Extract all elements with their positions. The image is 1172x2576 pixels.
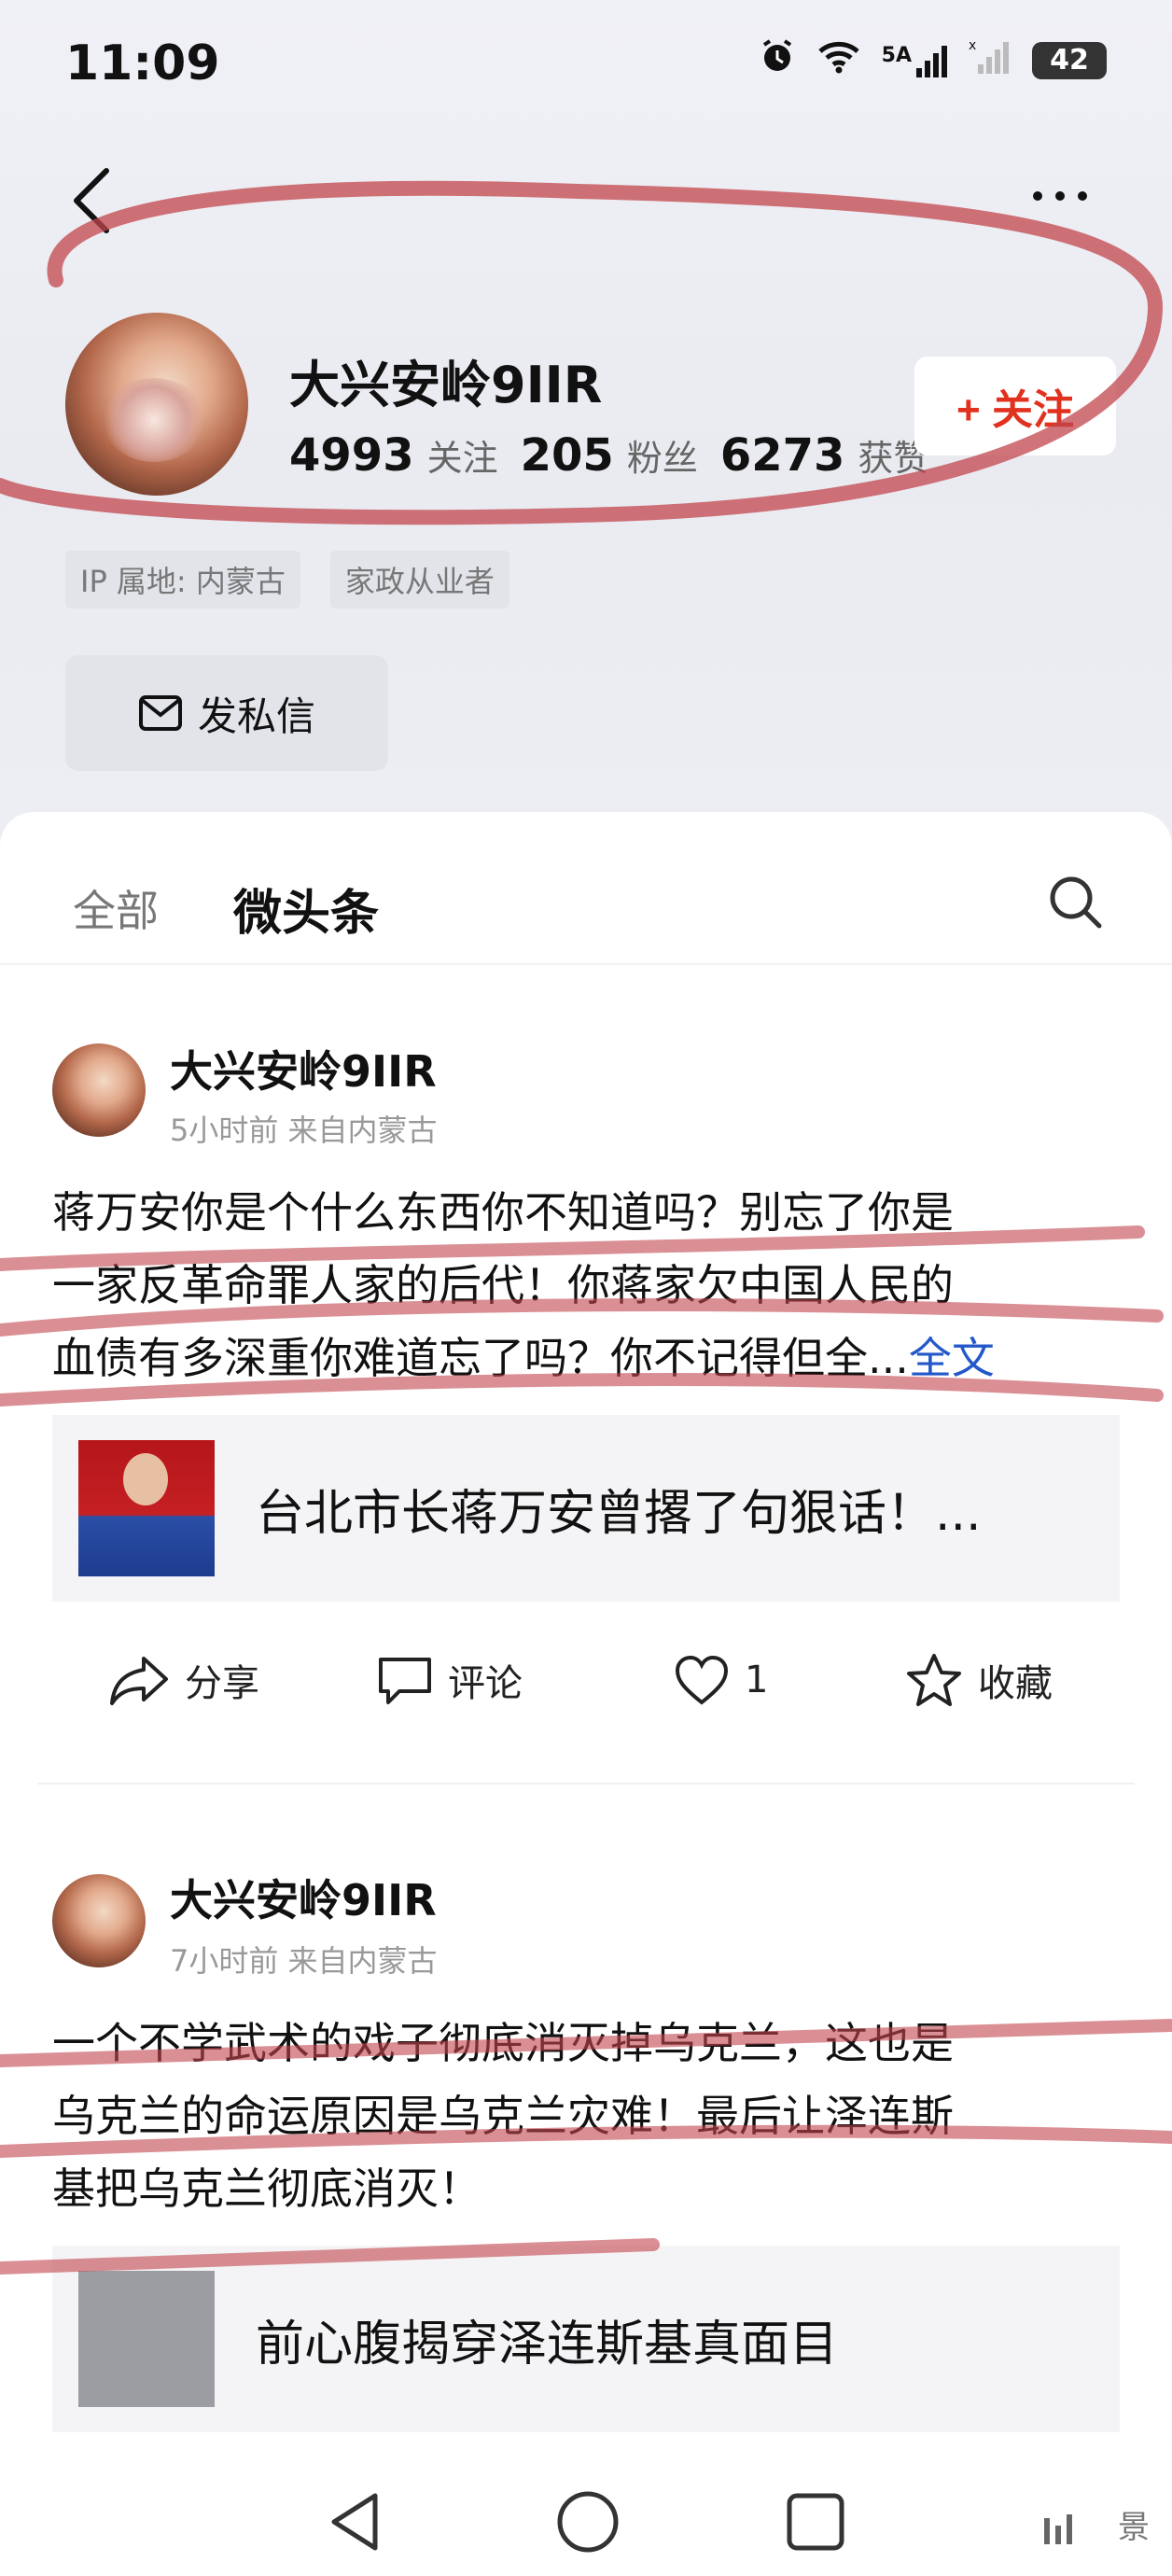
watermark-logo-icon (1044, 2513, 1073, 2544)
ip-location-tag: IP 属地: 内蒙古 (65, 551, 300, 609)
send-message-button[interactable]: 发私信 (65, 655, 388, 771)
comment-icon (379, 1658, 431, 1704)
more-dot-icon (1055, 191, 1065, 201)
network-type-label: 5A (881, 43, 912, 67)
signal-icon: 5A (882, 44, 948, 77)
share-icon (110, 1657, 168, 1705)
watermark-text: 景 (1118, 2509, 1150, 2546)
status-icons: 5A x 42 (759, 37, 1107, 83)
nav-home-button[interactable] (551, 2485, 625, 2559)
occupation-tag: 家政从业者 (329, 551, 509, 609)
post-2-line-1: 一个不学武术的戏子彻底消灭掉乌克兰，这也是 (52, 2018, 954, 2068)
back-button[interactable] (65, 163, 121, 238)
link-card-title: 前心腹揭穿泽连斯基真面目 (256, 2316, 839, 2373)
likes-count: 6273 (719, 429, 845, 482)
tab-divider (0, 963, 1172, 965)
comment-button[interactable]: 评论 (377, 1633, 523, 1727)
circle-home-icon (557, 2491, 619, 2553)
profile-name: 大兴安岭9IIR (289, 356, 603, 414)
comment-label: 评论 (448, 1662, 523, 1705)
heart-icon (675, 1655, 729, 1705)
followers-count[interactable]: 205 (521, 429, 614, 482)
post-1-actions: 分享 评论 1 收藏 (0, 1633, 1172, 1727)
nav-recents-button[interactable] (778, 2485, 853, 2559)
like-count: 1 (745, 1659, 769, 1701)
post-2-link-card[interactable]: 前心腹揭穿泽连斯基真面目 (52, 2246, 1120, 2432)
profile-tags: IP 属地: 内蒙古 家政从业者 (65, 551, 509, 609)
post-2-meta: 7小时前 来自内蒙古 (170, 1943, 438, 1979)
post-1-link-card[interactable]: 台北市长蒋万安曾撂了句狠话！... (52, 1415, 1120, 1602)
post-2-avatar[interactable] (52, 1874, 146, 1967)
more-dot-icon (1078, 191, 1087, 201)
favorite-button[interactable]: 收藏 (905, 1633, 1053, 1727)
star-icon (907, 1654, 961, 1706)
following-count[interactable]: 4993 (289, 429, 414, 482)
favorite-label: 收藏 (978, 1662, 1053, 1705)
post-1-line-2: 一家反革命罪人家的后代！你蒋家欠中国人民的 (52, 1260, 954, 1310)
post-1-line-3-wrap: 血债有多深重你难道忘了吗？你不记得但全...全文 (52, 1322, 1125, 1394)
more-options-button[interactable] (1023, 177, 1097, 215)
following-label[interactable]: 关注 (427, 429, 498, 481)
link-card-title: 台北市长蒋万安曾撂了句狠话！... (256, 1485, 982, 1542)
search-icon (1050, 876, 1102, 929)
post-1-author[interactable]: 大兴安岭9IIR (170, 1038, 437, 1099)
search-button[interactable] (1045, 872, 1105, 931)
post-2-line-3: 基把乌克兰彻底消灭！ (52, 2163, 481, 2214)
chevron-left-icon (74, 168, 109, 233)
svg-text:x: x (969, 38, 976, 53)
watermark: 景 (1042, 2501, 1150, 2548)
status-time: 11:09 (65, 35, 220, 91)
profile-stats: 4993 关注 205 粉丝 6273 获赞 (289, 429, 938, 482)
post-divider (37, 1783, 1135, 1785)
tab-all[interactable]: 全部 (73, 877, 159, 939)
post-1-line-3: 血债有多深重你难道忘了吗？你不记得但全... (52, 1333, 909, 1383)
signal-x-icon: x (969, 38, 1012, 82)
post-1-meta: 5小时前 来自内蒙古 (170, 1113, 438, 1148)
tab-weitoutiao[interactable]: 微头条 (233, 874, 379, 944)
link-card-thumbnail (78, 1440, 215, 1576)
alarm-icon (759, 37, 796, 83)
wifi-icon (816, 38, 861, 82)
share-button[interactable]: 分享 (108, 1633, 259, 1727)
like-button[interactable]: 1 (674, 1633, 768, 1727)
post-1-line-1: 蒋万安你是个什么东西你不知道吗？别忘了你是 (52, 1187, 954, 1238)
profile-avatar[interactable] (65, 313, 248, 496)
link-card-thumbnail (78, 2271, 215, 2407)
square-recents-icon (787, 2493, 844, 2551)
post-2-body[interactable]: 一个不学武术的戏子彻底消灭掉乌克兰，这也是 乌克兰的命运原因是乌克兰灾难！最后让… (52, 2007, 1125, 2225)
mail-icon (138, 695, 182, 731)
battery-icon: 42 (1032, 41, 1107, 79)
full-text-link[interactable]: 全文 (909, 1333, 995, 1383)
nav-back-button[interactable] (319, 2485, 394, 2559)
follow-button[interactable]: + 关注 (914, 357, 1116, 455)
status-bar: 11:09 5A x 42 (0, 0, 1172, 131)
post-1-body[interactable]: 蒋万安你是个什么东西你不知道吗？别忘了你是 一家反革命罪人家的后代！你蒋家欠中国… (52, 1176, 1125, 1394)
post-1-avatar[interactable] (52, 1043, 146, 1137)
post-2-line-2: 乌克兰的命运原因是乌克兰灾难！最后让泽连斯 (52, 2091, 954, 2141)
more-dot-icon (1033, 191, 1042, 201)
send-message-label: 发私信 (197, 693, 315, 739)
triangle-back-icon (331, 2493, 378, 2551)
followers-label[interactable]: 粉丝 (627, 429, 698, 481)
share-label: 分享 (185, 1662, 259, 1705)
post-2-author[interactable]: 大兴安岭9IIR (170, 1867, 437, 1928)
